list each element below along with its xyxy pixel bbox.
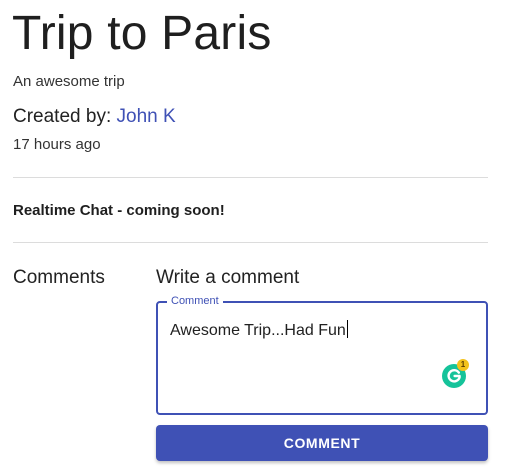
comment-input-text: Awesome Trip...Had Fun [170, 322, 346, 339]
created-by-label: Created by: [13, 106, 112, 127]
realtime-chat-notice: Realtime Chat - coming soon! [13, 202, 225, 219]
write-comment-heading: Write a comment [156, 267, 300, 288]
page-title: Trip to Paris [12, 7, 272, 60]
divider [13, 177, 488, 178]
created-by: Created by: John K [13, 104, 176, 130]
text-caret [346, 320, 348, 338]
comments-section-label: Comments [13, 267, 105, 288]
trip-detail-page: Trip to Paris An awesome trip Created by… [0, 0, 506, 469]
grammarly-badge-count: 1 [457, 359, 469, 371]
trip-description: An awesome trip [13, 73, 125, 90]
grammarly-icon[interactable]: 1 [442, 359, 469, 388]
comment-input[interactable]: Awesome Trip...Had Fun [170, 320, 348, 342]
comment-field[interactable]: Comment Awesome Trip...Had Fun 1 [156, 294, 488, 415]
comment-submit-button[interactable]: Comment [156, 425, 488, 461]
divider [13, 242, 488, 243]
comment-field-label: Comment [167, 294, 223, 308]
created-timestamp: 17 hours ago [13, 136, 101, 153]
creator-link[interactable]: John K [117, 106, 176, 127]
